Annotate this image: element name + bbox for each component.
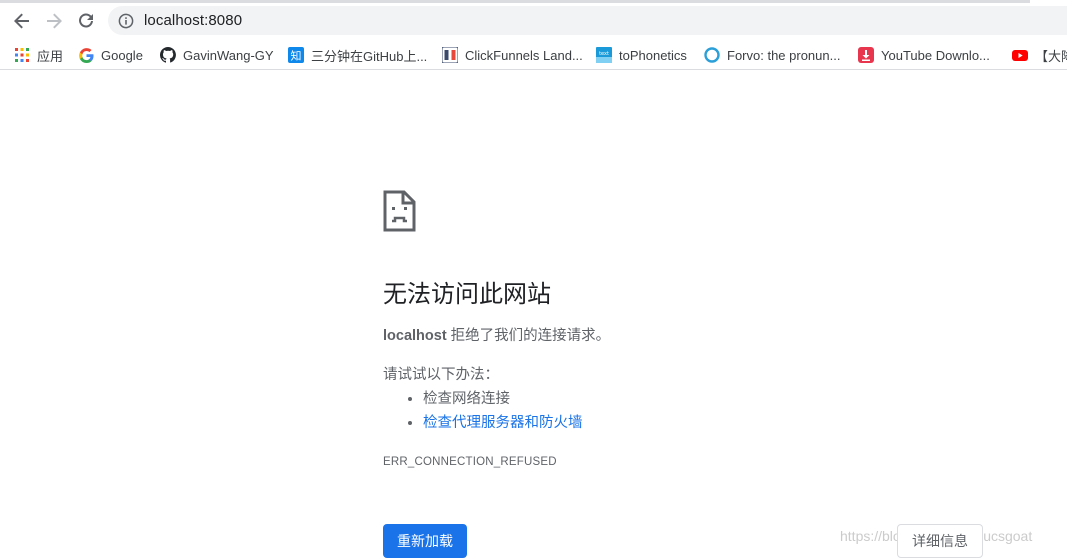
bookmark-label: YouTube Downlo... [881,47,990,63]
bookmark-youtube-downloader[interactable]: YouTube Downlo... [858,43,990,67]
download-icon [858,47,874,63]
bookmark-label: toPhonetics [619,47,687,63]
reload-toolbar-button[interactable] [73,8,99,34]
bookmark-label: 三分钟在GitHub上... [311,48,428,64]
bookmark-apps[interactable]: 应用 [14,43,63,67]
bookmarks-bar: 应用 Google GavinWang-GY 知 三分钟在GitHub上... … [0,40,1067,70]
bookmark-tophonetics[interactable]: text toPhonetics [596,43,687,67]
bookmark-google[interactable]: Google [78,43,143,67]
tab-strip-edge [0,0,1030,3]
error-title: 无法访问此网站 [383,281,551,308]
bookmark-label: Forvo: the pronun... [727,47,841,63]
bookmark-label: GavinWang-GY [183,47,274,63]
suggestions-list: 检查网络连接 检查代理服务器和防火墙 [383,387,583,435]
forward-button[interactable] [41,8,67,34]
svg-text:知: 知 [291,49,302,63]
error-description-text: 拒绝了我们的连接请求。 [446,328,611,344]
details-button[interactable]: 详细信息 [897,524,983,558]
bookmark-clickfunnels[interactable]: ClickFunnels Land... [442,43,583,67]
tophonetics-icon: text [596,47,612,63]
address-bar[interactable]: localhost:8080 [108,6,1067,35]
apps-grid-icon [14,47,30,63]
browser-toolbar: localhost:8080 [0,0,1067,40]
sad-page-icon [383,190,416,232]
bookmark-github[interactable]: GavinWang-GY [160,43,274,67]
zhihu-icon: 知 [288,47,304,63]
back-arrow-icon [14,13,29,29]
error-description: localhost 拒绝了我们的连接请求。 [383,325,610,347]
forward-arrow-icon [47,13,62,29]
google-icon [78,47,94,63]
url-text: localhost:8080 [144,12,243,29]
github-icon [160,47,176,63]
try-suggestions-label: 请试试以下办法： [383,367,499,383]
reload-button[interactable]: 重新加载 [383,524,467,558]
svg-text:text: text [599,51,609,57]
bookmark-forvo[interactable]: Forvo: the pronun... [704,43,840,67]
info-icon[interactable] [118,13,134,29]
youtube-icon [1012,47,1028,63]
bookmark-label: Google [101,47,143,63]
refresh-icon [79,13,93,28]
clickfunnels-icon [442,47,458,63]
bookmark-zhihu[interactable]: 知 三分钟在GitHub上... [288,43,427,67]
error-host: localhost [383,328,447,344]
back-button[interactable] [9,8,35,34]
error-code: ERR_CONNECTION_REFUSED [383,456,557,468]
bookmark-label: ClickFunnels Land... [465,47,583,63]
bookmark-label: 应用 [37,48,64,64]
suggestion-check-network: 检查网络连接 [423,387,583,411]
bookmark-label: 【大降 [1035,48,1067,64]
forvo-icon [704,47,720,63]
suggestion-check-proxy-firewall-link[interactable]: 检查代理服务器和防火墙 [423,411,583,435]
bookmark-youtube[interactable]: 【大降 [1012,43,1067,67]
